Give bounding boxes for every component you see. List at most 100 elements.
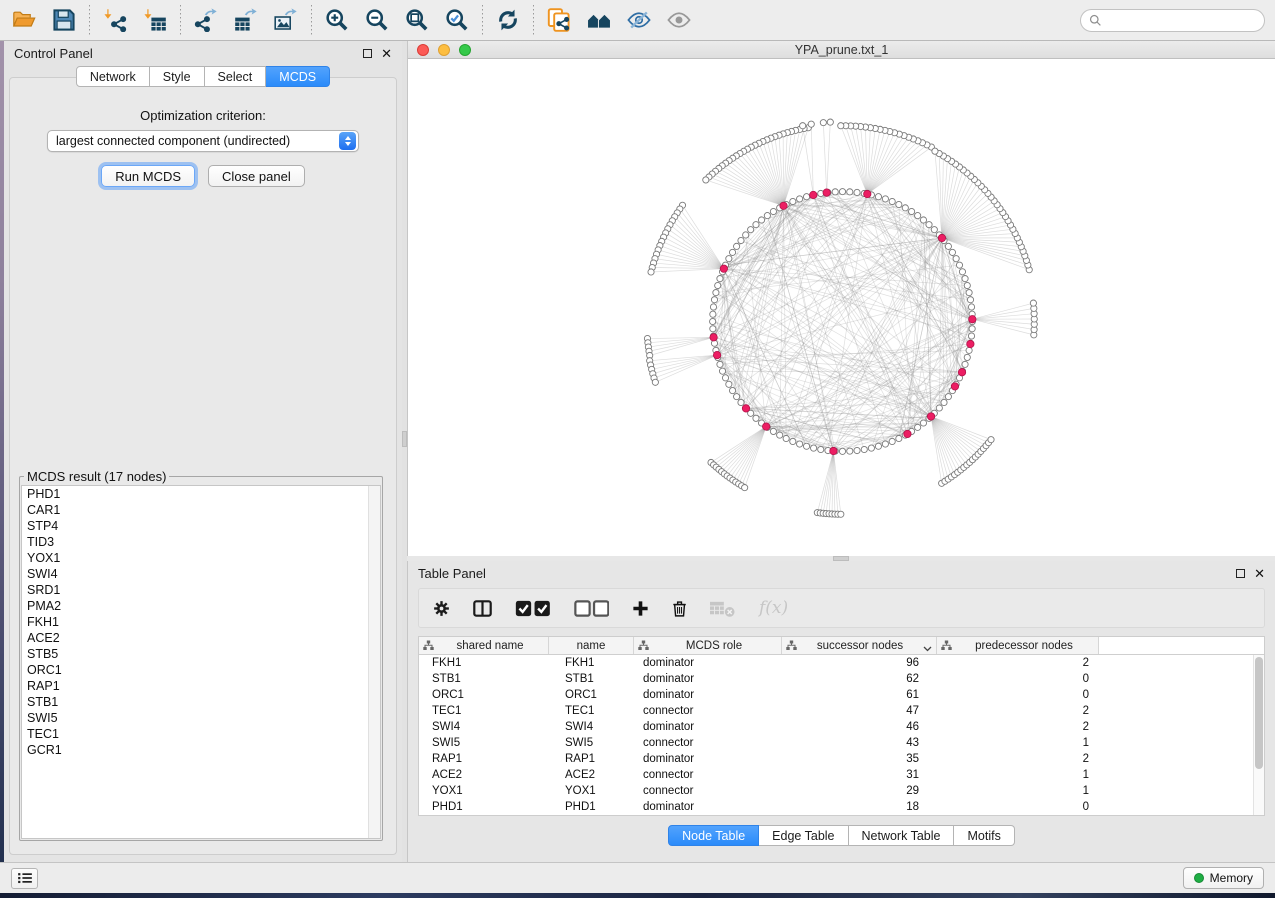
graph-node[interactable] [742, 484, 748, 490]
mcds-result-item[interactable]: PHD1 [22, 486, 380, 502]
graph-node[interactable] [964, 282, 970, 288]
show-graphics-button[interactable] [659, 3, 699, 37]
close-panel-button[interactable]: Close panel [208, 165, 305, 187]
mcds-result-item[interactable]: ORC1 [22, 662, 380, 678]
graph-node[interactable] [753, 222, 759, 228]
save-button[interactable] [44, 3, 84, 37]
export-table-button[interactable] [226, 3, 266, 37]
memory-button[interactable]: Memory [1183, 867, 1264, 889]
graph-node[interactable] [803, 443, 809, 449]
graph-node[interactable] [790, 438, 796, 444]
graph-node[interactable] [800, 123, 806, 129]
graph-hub-node[interactable] [780, 202, 787, 209]
graph-hub-node[interactable] [904, 430, 911, 437]
graph-node[interactable] [738, 399, 744, 405]
mcds-result-item[interactable]: STB1 [22, 694, 380, 710]
mcds-result-item[interactable]: STB5 [22, 646, 380, 662]
export-network-button[interactable] [186, 3, 226, 37]
mcds-result-item[interactable]: TEC1 [22, 726, 380, 742]
mcds-result-item[interactable]: SRD1 [22, 582, 380, 598]
graph-node[interactable] [839, 448, 845, 454]
graph-node[interactable] [953, 256, 959, 262]
graph-node[interactable] [717, 276, 723, 282]
tab-node-table[interactable]: Node Table [668, 825, 759, 846]
graph-node[interactable] [832, 189, 838, 195]
graph-node[interactable] [726, 381, 732, 387]
graph-node[interactable] [734, 243, 740, 249]
table-row[interactable]: PHD1PHD1dominator180 [419, 799, 1264, 815]
table-row[interactable]: SWI5SWI5connector431 [419, 735, 1264, 751]
horizontal-split-divider[interactable] [407, 556, 1275, 561]
zoom-in-button[interactable] [317, 3, 357, 37]
graph-node[interactable] [896, 435, 902, 441]
graph-node[interactable] [968, 304, 974, 310]
graph-node[interactable] [838, 123, 844, 129]
graph-node[interactable] [847, 448, 853, 454]
graph-node[interactable] [949, 249, 955, 255]
graph-node[interactable] [719, 368, 725, 374]
mcds-result-item[interactable]: SWI4 [22, 566, 380, 582]
graph-node[interactable] [711, 297, 717, 303]
graph-node[interactable] [915, 424, 921, 430]
graph-node[interactable] [945, 394, 951, 400]
mcds-result-item[interactable]: YOX1 [22, 550, 380, 566]
graph-hub-node[interactable] [951, 383, 958, 390]
graph-node[interactable] [956, 262, 962, 268]
graph-node[interactable] [875, 194, 881, 200]
optimization-criterion-select[interactable]: largest connected component (undirected) [47, 130, 359, 152]
graph-node[interactable] [764, 212, 770, 218]
zoom-out-button[interactable] [357, 3, 397, 37]
graph-node[interactable] [818, 446, 824, 452]
import-table-button[interactable] [135, 3, 175, 37]
tab-select[interactable]: Select [205, 66, 267, 87]
graph-node[interactable] [838, 511, 844, 517]
graph-hub-node[interactable] [762, 423, 769, 430]
graph-node[interactable] [758, 217, 764, 223]
graph-node[interactable] [926, 222, 932, 228]
zoom-selected-button[interactable] [437, 3, 477, 37]
graph-hub-node[interactable] [938, 234, 945, 241]
graph-node[interactable] [945, 243, 951, 249]
graph-node[interactable] [710, 304, 716, 310]
graph-node[interactable] [889, 438, 895, 444]
column-header-MCDS-role[interactable]: MCDS role [634, 637, 782, 654]
graph-node[interactable] [648, 269, 654, 275]
hide-graphics-button[interactable] [619, 3, 659, 37]
tab-network-table[interactable]: Network Table [849, 825, 955, 846]
run-mcds-button[interactable]: Run MCDS [101, 165, 195, 187]
tab-network[interactable]: Network [76, 66, 150, 87]
graph-node[interactable] [777, 432, 783, 438]
graph-node[interactable] [915, 212, 921, 218]
graph-node[interactable] [847, 189, 853, 195]
mcds-result-item[interactable]: SWI5 [22, 710, 380, 726]
graph-node[interactable] [861, 446, 867, 452]
column-header-shared-name[interactable]: shared name [419, 637, 549, 654]
graph-node[interactable] [920, 217, 926, 223]
graph-node[interactable] [966, 347, 972, 353]
graph-node[interactable] [722, 375, 728, 381]
graph-hub-node[interactable] [830, 447, 837, 454]
graph-node[interactable] [808, 121, 814, 127]
gear-button[interactable] [433, 600, 450, 617]
graph-node[interactable] [715, 282, 721, 288]
graph-node[interactable] [988, 437, 994, 443]
graph-node[interactable] [770, 428, 776, 434]
mcds-result-item[interactable]: CAR1 [22, 502, 380, 518]
graph-node[interactable] [734, 394, 740, 400]
graph-node[interactable] [726, 256, 732, 262]
horizontal-split-handle[interactable] [833, 556, 849, 561]
graph-node[interactable] [1030, 300, 1036, 306]
search-box[interactable] [1080, 9, 1265, 32]
graph-hub-node[interactable] [810, 191, 817, 198]
mcds-result-item[interactable]: FKH1 [22, 614, 380, 630]
graph-node[interactable] [839, 189, 845, 195]
graph-node[interactable] [703, 177, 709, 183]
table-row[interactable]: SWI4SWI4dominator462 [419, 719, 1264, 735]
graph-node[interactable] [875, 443, 881, 449]
add-column-button[interactable] [632, 600, 649, 617]
graph-node[interactable] [713, 289, 719, 295]
graph-node[interactable] [738, 237, 744, 243]
graph-node[interactable] [827, 119, 833, 125]
graph-node[interactable] [931, 227, 937, 233]
graph-node[interactable] [753, 415, 759, 421]
